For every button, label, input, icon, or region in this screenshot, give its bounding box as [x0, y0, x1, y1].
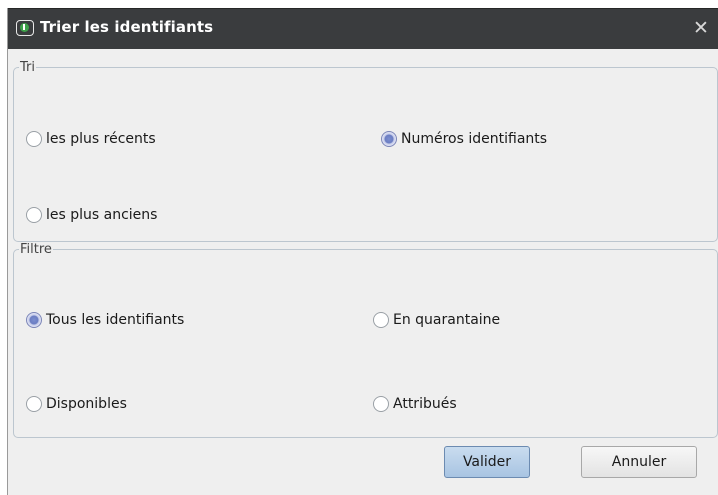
radio-oldest[interactable]: les plus anciens [26, 207, 157, 223]
radio-label: Numéros identifiants [401, 131, 548, 147]
radio-circle[interactable] [26, 312, 42, 328]
radio-circle[interactable] [373, 312, 389, 328]
sort-identifiers-dialog: Trier les identifiants ✕ Tri les plus ré… [7, 8, 718, 495]
radio-all-identifiers[interactable]: Tous les identifiants [26, 312, 184, 328]
radio-most-recent[interactable]: les plus récents [26, 131, 156, 147]
radio-available[interactable]: Disponibles [26, 396, 127, 412]
radio-assigned[interactable]: Attribués [373, 396, 457, 412]
radio-circle[interactable] [26, 396, 42, 412]
radio-label: Attribués [393, 396, 457, 412]
cancel-button[interactable]: Annuler [581, 446, 697, 478]
radio-label: les plus anciens [46, 207, 158, 223]
sort-group-legend: Tri [20, 60, 35, 75]
radio-identifier-numbers[interactable]: Numéros identifiants [381, 131, 547, 147]
id-card-icon [16, 20, 34, 36]
radio-quarantine[interactable]: En quarantaine [373, 312, 500, 328]
radio-circle[interactable] [381, 131, 397, 147]
radio-circle[interactable] [26, 131, 42, 147]
dialog-title: Trier les identifiants [40, 18, 214, 36]
radio-label: Disponibles [46, 396, 127, 412]
sort-group: Tri les plus récents Numéros identifiant… [13, 60, 718, 242]
filter-group: Filtre Tous les identifiants En quaranta… [13, 242, 718, 438]
radio-label: Tous les identifiants [46, 312, 185, 328]
radio-label: les plus récents [46, 131, 156, 147]
radio-circle[interactable] [26, 207, 42, 223]
validate-button[interactable]: Valider [444, 446, 530, 478]
filter-group-legend: Filtre [20, 242, 52, 257]
dialog-titlebar: Trier les identifiants ✕ [8, 8, 718, 49]
radio-label: En quarantaine [393, 312, 501, 328]
close-icon[interactable]: ✕ [691, 17, 711, 39]
radio-circle[interactable] [373, 396, 389, 412]
